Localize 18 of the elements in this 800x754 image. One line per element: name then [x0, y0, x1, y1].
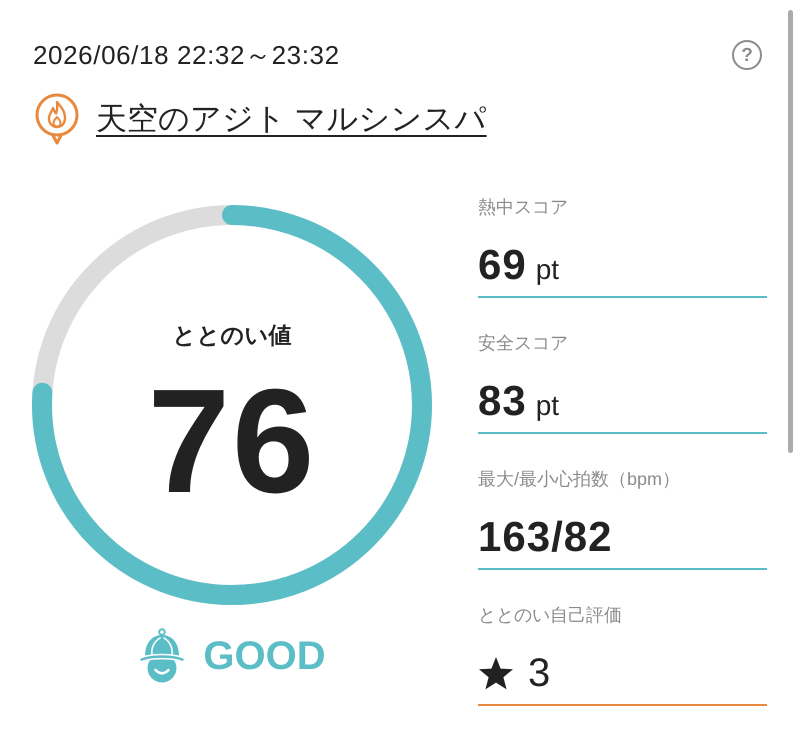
unit-label: pt [536, 254, 560, 286]
session-datetime: 2026/06/18 22:32～23:32 [33, 39, 340, 71]
flame-pin-icon [34, 93, 80, 145]
sauna-hat-face-icon [138, 628, 186, 683]
metric-label: 熱中スコア [478, 196, 569, 219]
gauge-label: ととのい値 [172, 321, 292, 349]
gauge-value: 76 [148, 368, 316, 516]
metric-value: 69 [478, 241, 527, 289]
metric-label: 最大/最小心拍数（bpm） [478, 468, 682, 491]
star-icon [478, 656, 514, 690]
facility-link[interactable]: 天空のアジト マルシンスパ [96, 100, 487, 138]
metric-value: 83 [478, 377, 527, 425]
metric-label: 安全スコア [478, 332, 569, 355]
unit-label: pt [536, 390, 560, 422]
rating-value: 3 [528, 650, 552, 697]
metric-value: 163/82 [478, 513, 612, 561]
status-label: GOOD [203, 632, 326, 680]
metric-label: ととのい自己評価 [478, 604, 623, 627]
